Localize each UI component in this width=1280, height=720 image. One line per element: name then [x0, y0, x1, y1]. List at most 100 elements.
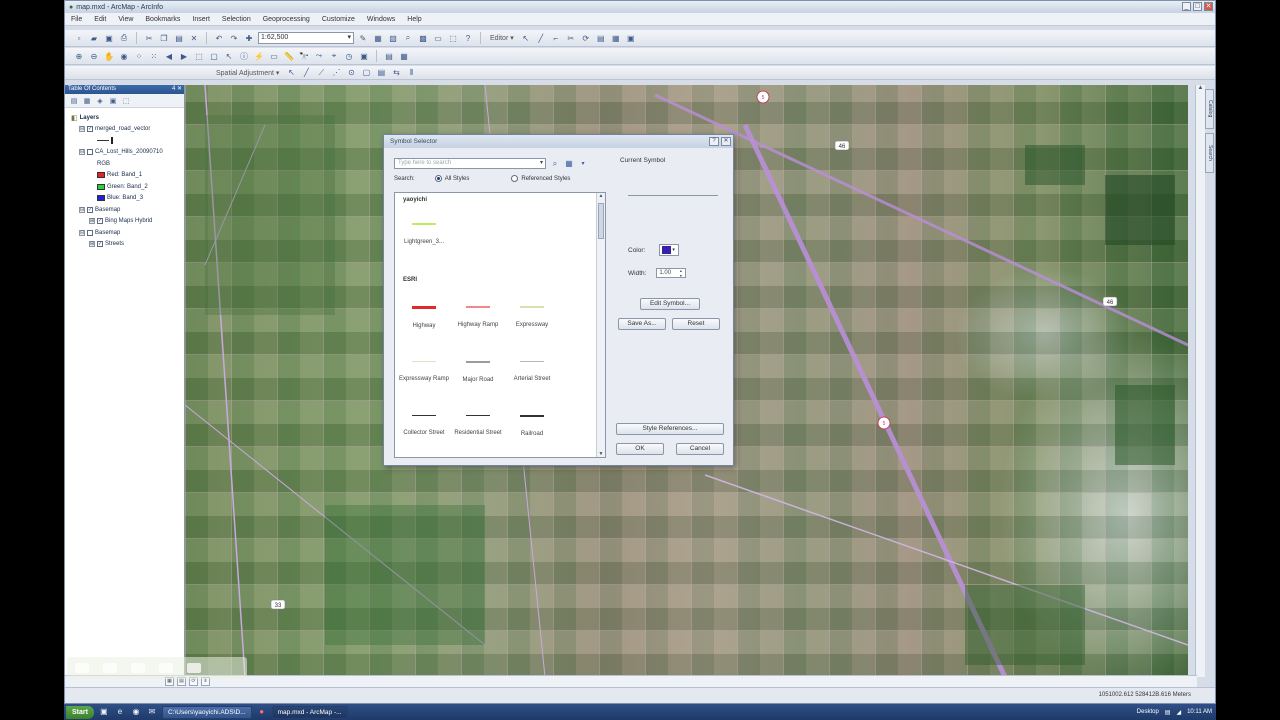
close-button[interactable]: ✕: [1204, 2, 1213, 11]
modify-link-icon[interactable]: ⟋: [315, 67, 327, 79]
attribute-transfer-icon[interactable]: ⇆: [390, 67, 402, 79]
edit-tool-icon[interactable]: ↖: [520, 32, 532, 44]
layer-symbol-row[interactable]: [71, 135, 184, 147]
link-table-icon[interactable]: ▤: [375, 67, 387, 79]
menu-file[interactable]: File: [71, 16, 82, 23]
layers-root[interactable]: ◧ Layers: [71, 112, 184, 124]
green-band-swatch[interactable]: [97, 183, 105, 190]
identity-link-icon[interactable]: ⊙: [345, 67, 357, 79]
find-route-icon[interactable]: ⤳: [313, 50, 325, 62]
fixed-zoom-in-icon[interactable]: ⁘: [133, 50, 145, 62]
go-to-xy-icon[interactable]: ⌖: [328, 50, 340, 62]
layout-view-icon[interactable]: ▤: [383, 50, 395, 62]
limited-adjustment-icon[interactable]: ▢: [360, 67, 372, 79]
straight-segment-icon[interactable]: ⌐: [550, 32, 562, 44]
menu-edit[interactable]: Edit: [94, 16, 106, 23]
cut-icon[interactable]: ✂: [143, 32, 155, 44]
menu-bookmarks[interactable]: Bookmarks: [145, 16, 180, 23]
toc-pin-close[interactable]: 4 ✕: [172, 85, 182, 94]
paste-icon[interactable]: ▤: [173, 32, 185, 44]
multiple-displacement-icon[interactable]: ⋰: [330, 67, 342, 79]
all-styles-radio[interactable]: [434, 175, 442, 182]
delete-icon[interactable]: ✕: [188, 32, 200, 44]
select-elements-icon[interactable]: ↖: [223, 50, 235, 62]
ok-button[interactable]: OK: [616, 443, 664, 455]
save-icon[interactable]: ▣: [103, 32, 115, 44]
html-popup-icon[interactable]: ▭: [268, 50, 280, 62]
rewind-icon[interactable]: [75, 663, 89, 673]
symbol-item[interactable]: Major Road: [449, 361, 507, 384]
width-stepper[interactable]: 1.00: [656, 268, 687, 278]
view-options-icon[interactable]: ▦: [564, 159, 574, 168]
cancel-button[interactable]: Cancel: [676, 443, 724, 455]
list-by-source-icon[interactable]: ▦: [82, 96, 92, 106]
outlook-icon[interactable]: ✉: [146, 706, 158, 718]
symbol-search-input[interactable]: Type here to search: [394, 158, 546, 169]
split-icon[interactable]: ✂: [565, 32, 577, 44]
taskbar-arcmap[interactable]: map.mxd - ArcMap -...: [271, 705, 348, 719]
fullscreen-icon[interactable]: [187, 663, 201, 673]
edit-symbol-button[interactable]: Edit Symbol...: [640, 298, 700, 310]
hyperlink-icon[interactable]: ⚡: [253, 50, 265, 62]
symbol-item[interactable]: Expressway: [503, 306, 561, 329]
redo-icon[interactable]: ↷: [228, 32, 240, 44]
red-band-swatch[interactable]: [97, 172, 105, 179]
layer-visibility-checkbox[interactable]: ✓: [87, 126, 93, 133]
georef-icon[interactable]: ▦: [398, 50, 410, 62]
layer-visibility-checkbox[interactable]: ✓: [97, 241, 103, 248]
layer-bing-maps-hybrid[interactable]: ⊞ ✓ Bing Maps Hybrid: [71, 216, 184, 228]
menu-insert[interactable]: Insert: [192, 16, 210, 23]
expand-icon[interactable]: ⊞: [89, 241, 95, 248]
symbol-item[interactable]: Lightgreen_3...: [395, 223, 453, 246]
firefox-icon[interactable]: ◉: [130, 706, 142, 718]
new-displacement-link-icon[interactable]: ╱: [300, 67, 312, 79]
recording-icon[interactable]: ●: [256, 706, 268, 718]
symbol-item[interactable]: Highway: [395, 306, 453, 330]
zoom-out-icon[interactable]: ⊖: [88, 50, 100, 62]
layer-visibility-checkbox[interactable]: ✓: [97, 218, 103, 225]
pause-icon[interactable]: [103, 663, 117, 673]
reset-button[interactable]: Reset: [672, 318, 720, 330]
print-icon[interactable]: ⎙: [118, 32, 130, 44]
taskbar-explorer[interactable]: C:\Users\yaoyichi.ADS\D...: [161, 705, 252, 719]
maximize-button[interactable]: □: [1193, 2, 1202, 11]
desktop-toolbar-label[interactable]: Desktop: [1137, 709, 1159, 715]
find-icon[interactable]: 🔭: [298, 50, 310, 62]
layer-basemap[interactable]: ⊟ ✓ Basemap: [71, 204, 184, 216]
forward-icon[interactable]: [131, 663, 145, 673]
search-window-icon[interactable]: ⌕: [402, 32, 414, 44]
pan-icon[interactable]: ✋: [103, 50, 115, 62]
arctoolbox-icon[interactable]: ▩: [417, 32, 429, 44]
identify-icon[interactable]: ⓘ: [238, 50, 250, 62]
undo-icon[interactable]: ↶: [213, 32, 225, 44]
symbol-item[interactable]: Residential Street: [449, 415, 507, 437]
sketch-tool-icon[interactable]: ╱: [535, 32, 547, 44]
search-icon[interactable]: ⌕: [550, 159, 560, 169]
internet-explorer-icon[interactable]: e: [114, 706, 126, 718]
model-builder-icon[interactable]: ⬚: [447, 32, 459, 44]
network-icon[interactable]: ▤: [1165, 709, 1171, 716]
map-scale-combo[interactable]: 1:62,500: [258, 32, 354, 44]
gallery-scrollbar[interactable]: ▲ ▼: [596, 193, 605, 457]
sketch-properties-icon[interactable]: ▦: [610, 32, 622, 44]
whats-this-icon[interactable]: ?: [462, 32, 474, 44]
color-picker[interactable]: ▾: [659, 244, 680, 256]
attributes-icon[interactable]: ▤: [595, 32, 607, 44]
expand-icon[interactable]: ⊞: [89, 218, 95, 225]
list-by-visibility-icon[interactable]: ◈: [95, 96, 105, 106]
zoom-in-icon[interactable]: ⊕: [73, 50, 85, 62]
scroll-up-icon[interactable]: ▲: [1196, 85, 1205, 94]
list-by-drawing-order-icon[interactable]: ▤: [69, 96, 79, 106]
symbol-gallery[interactable]: yaoyichi Lightgreen_3... ESRI Highway Hi…: [394, 192, 606, 458]
layer-visibility-checkbox[interactable]: ✓: [87, 206, 93, 213]
volume-icon[interactable]: [159, 663, 173, 673]
save-as-button[interactable]: Save As...: [618, 318, 666, 330]
blue-band-swatch[interactable]: [97, 195, 105, 202]
band-blue-row[interactable]: Blue: Band_3: [71, 193, 184, 205]
time-slider-icon[interactable]: ◷: [343, 50, 355, 62]
copy-icon[interactable]: ❐: [158, 32, 170, 44]
scroll-thumb[interactable]: [598, 203, 604, 239]
media-player-controls[interactable]: [67, 657, 247, 679]
search-dock-tab[interactable]: Search: [1205, 133, 1214, 173]
referenced-styles-option[interactable]: Referenced Styles: [511, 175, 570, 182]
